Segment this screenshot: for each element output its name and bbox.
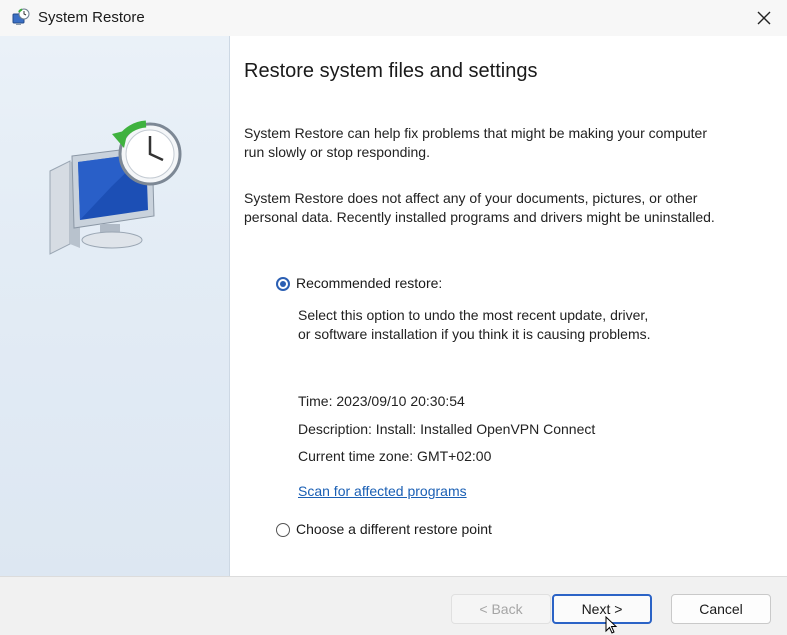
recommended-desc-line1: Select this option to undo the most rece… (298, 307, 649, 323)
title-bar: System Restore (0, 0, 787, 36)
different-restore-point-radio[interactable] (276, 523, 290, 537)
mouse-cursor-icon (605, 616, 618, 634)
intro-text: System Restore can help fix problems tha… (244, 125, 707, 160)
button-bar (0, 576, 787, 635)
scan-affected-programs-link[interactable]: Scan for affected programs (298, 483, 467, 499)
back-button[interactable]: < Back (451, 594, 551, 624)
page-title: Restore system files and settings (244, 60, 538, 82)
cancel-button[interactable]: Cancel (671, 594, 771, 624)
restore-timezone: Current time zone: GMT+02:00 (298, 448, 492, 464)
computer-clock-restore-icon (49, 120, 182, 255)
system-restore-icon (12, 8, 30, 25)
close-button[interactable] (741, 0, 787, 36)
sidebar-panel (0, 36, 230, 576)
restore-time: Time: 2023/09/10 20:30:54 (298, 393, 465, 409)
restore-description: Description: Install: Installed OpenVPN … (298, 421, 596, 437)
window-title: System Restore (38, 9, 145, 26)
close-icon (757, 11, 771, 25)
recommended-desc-line2: or software installation if you think it… (298, 326, 651, 342)
different-restore-point-label[interactable]: Choose a different restore point (296, 521, 492, 537)
recommended-restore-radio[interactable] (276, 277, 290, 291)
recommended-restore-label[interactable]: Recommended restore: (296, 275, 442, 291)
info-text: System Restore does not affect any of yo… (244, 190, 715, 225)
next-button[interactable]: Next > (552, 594, 652, 624)
